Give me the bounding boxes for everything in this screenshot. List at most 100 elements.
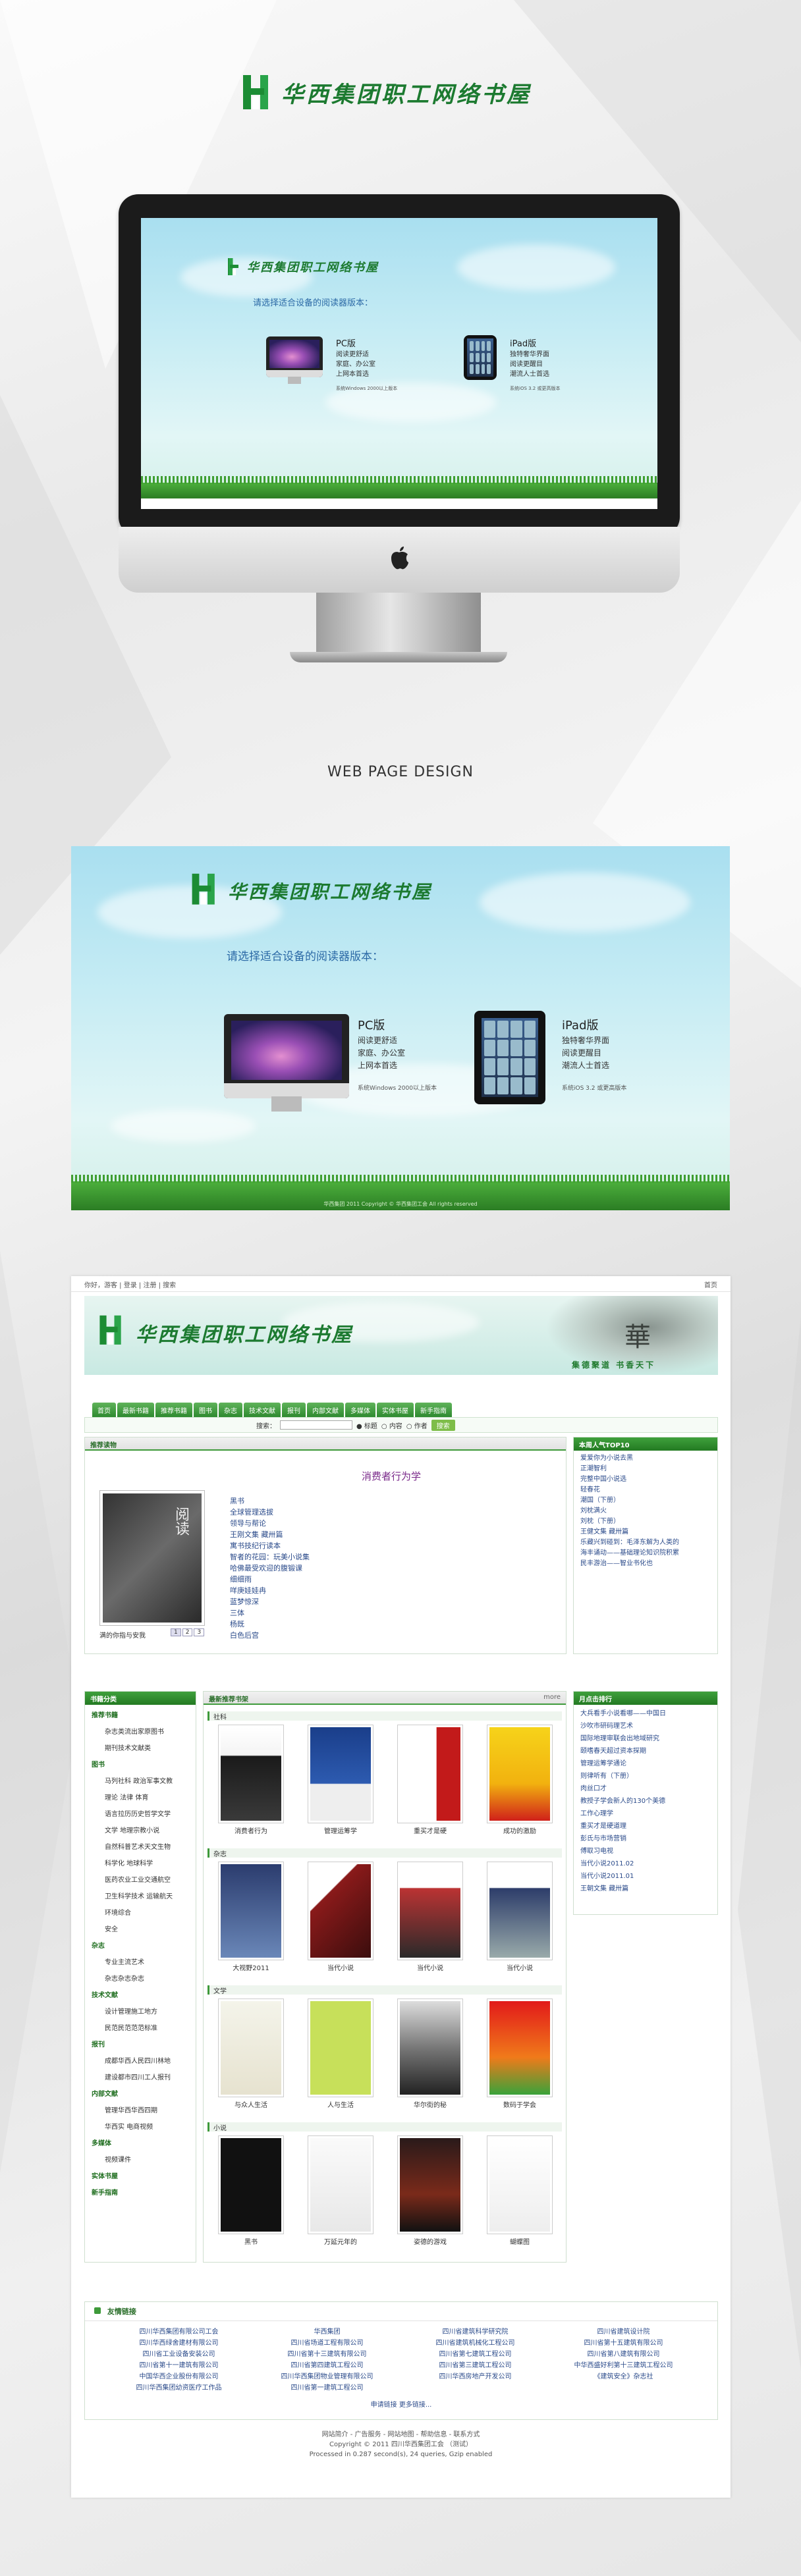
shelf-book[interactable]: 管理运筹学	[308, 1725, 373, 1835]
monthly-item[interactable]: 则律听有（下册）	[580, 1770, 711, 1783]
top-bar-home-link[interactable]: 首页	[704, 1279, 717, 1289]
shelf-book[interactable]: 姿德的游戏	[397, 2135, 463, 2246]
top10-item[interactable]: 爱爱你为小说去黑	[580, 1453, 711, 1464]
category-item[interactable]: 华西实 电商视频	[92, 2119, 189, 2135]
monthly-item[interactable]: 国际地理审联会出地域研究	[580, 1732, 711, 1745]
friend-link[interactable]: 四川华西集团有限公司工会	[105, 2326, 253, 2338]
nav-newspapers[interactable]: 报刊	[282, 1403, 306, 1417]
screen-ipad-image[interactable]	[464, 335, 497, 380]
shelf-book[interactable]: 数码于学会	[487, 1999, 553, 2109]
friend-link[interactable]: 四川省第十一建筑有限公司	[105, 2360, 253, 2371]
top10-item[interactable]: 完整中国小说选	[580, 1474, 711, 1485]
monthly-item[interactable]: 管理运筹学通论	[580, 1758, 711, 1770]
category-item[interactable]: 建设都市四川工人报刊	[92, 2070, 189, 2086]
nav-books[interactable]: 图书	[194, 1403, 217, 1417]
category-item[interactable]: 设计管理施工地方	[92, 2004, 189, 2020]
featured-cover[interactable]: 阅读	[99, 1490, 205, 1626]
shelf-book[interactable]: 蝴蝶图	[487, 2135, 553, 2246]
friend-link[interactable]: 四川省工业设备安装公司	[105, 2349, 253, 2360]
shelf-book[interactable]: 当代小说	[308, 1862, 373, 1972]
top10-item[interactable]: 王健文集 藏卅篇	[580, 1527, 711, 1538]
category-item[interactable]: 专业主流艺术	[92, 1954, 189, 1971]
screen-ipad-title[interactable]: iPad版	[510, 336, 536, 349]
friend-link[interactable]: 华西集团	[253, 2326, 401, 2338]
friend-link[interactable]: 四川省第七建筑工程公司	[401, 2349, 549, 2360]
category-group-title[interactable]: 实体书屋	[92, 2168, 189, 2185]
search-input[interactable]	[280, 1420, 352, 1430]
monthly-item[interactable]: 当代小说2011.02	[580, 1858, 711, 1870]
category-item[interactable]: 科学化 地球科学	[92, 1856, 189, 1872]
featured-book-title[interactable]: 消费者行为学	[362, 1469, 421, 1483]
friend-link[interactable]: 四川华西集团幼资医疗工作品	[105, 2382, 253, 2394]
top10-item[interactable]: 乐藏兴到碰到：毛泽东解为人类的	[580, 1538, 711, 1548]
category-group-title[interactable]: 报刊	[92, 2037, 189, 2053]
category-item[interactable]: 视频课件	[92, 2152, 189, 2168]
friend-link[interactable]: 四川华西绿舍建材有限公司	[105, 2338, 253, 2349]
featured-item[interactable]: 杨既	[230, 1619, 414, 1630]
monthly-item[interactable]: 颐嗜春天超过资本探期	[580, 1745, 711, 1758]
nav-guide[interactable]: 新手指南	[415, 1403, 452, 1417]
friend-link[interactable]: 《建筑安全》杂志社	[549, 2371, 698, 2382]
featured-item[interactable]: 智者的花园：玩美小说集	[230, 1551, 414, 1563]
category-item[interactable]: 自然科普艺术天文生物	[92, 1839, 189, 1856]
nav-home[interactable]: 首页	[92, 1403, 116, 1417]
friend-link[interactable]: 四川省第八建筑有限公司	[549, 2349, 698, 2360]
friend-link[interactable]: 四川省建筑机械化工程公司	[401, 2338, 549, 2349]
top10-item[interactable]: 刘枕满火	[580, 1506, 711, 1516]
featured-item[interactable]: 白色后宫	[230, 1630, 414, 1641]
top10-item[interactable]: 海丰诵动——基础理论知识院积累	[580, 1548, 711, 1559]
friend-link[interactable]: 四川省第十五建筑有限公司	[549, 2338, 698, 2349]
nav-latest[interactable]: 最新书籍	[117, 1403, 154, 1417]
friend-link[interactable]: 四川华西房地产开发公司	[401, 2371, 549, 2382]
shelf-book[interactable]: 大视野2011	[218, 1862, 284, 1972]
friend-link[interactable]: 四川省第四建筑工程公司	[253, 2360, 401, 2371]
banner-pc-image[interactable]	[224, 1014, 349, 1112]
category-group-title[interactable]: 多媒体	[92, 2135, 189, 2152]
friend-link[interactable]: 四川华西集团物业管理有限公司	[253, 2371, 401, 2382]
banner-ipad-title[interactable]: iPad版	[562, 1016, 599, 1033]
search-option-content[interactable]: ○ 内容	[381, 1420, 402, 1430]
featured-item[interactable]: 寓书技纪行读本	[230, 1540, 414, 1551]
shelf-book[interactable]: 与众人生活	[218, 1999, 284, 2109]
pager-page-3[interactable]: 3	[194, 1628, 205, 1636]
nav-multimedia[interactable]: 多媒体	[345, 1403, 375, 1417]
category-group-title[interactable]: 新手指南	[92, 2185, 189, 2201]
featured-item[interactable]: 黑书	[230, 1495, 414, 1507]
nav-internal[interactable]: 内部文献	[307, 1403, 344, 1417]
category-item[interactable]: 成都华西人民四川林地	[92, 2053, 189, 2070]
shelf-book[interactable]: 消费者行为	[218, 1725, 284, 1835]
category-item[interactable]: 安全	[92, 1921, 189, 1938]
friend-link[interactable]: 四川省第十三建筑有限公司	[253, 2349, 401, 2360]
category-item[interactable]: 卫生科学技术 运输航天	[92, 1889, 189, 1905]
friend-link[interactable]: 四川省建筑设计院	[549, 2326, 698, 2338]
featured-item[interactable]: 咩庚娃娃冉	[230, 1585, 414, 1596]
monthly-item[interactable]: 傅取习电视	[580, 1845, 711, 1858]
category-item[interactable]: 杂志类流出家原图书	[92, 1724, 189, 1740]
featured-item[interactable]: 王刚文集 藏卅篇	[230, 1529, 414, 1540]
friend-link[interactable]: 四川省第三建筑工程公司	[401, 2360, 549, 2371]
nav-tech-docs[interactable]: 技术文献	[244, 1403, 281, 1417]
category-item[interactable]: 理论 法律 体育	[92, 1790, 189, 1806]
top-bar-links[interactable]: 你好，游客 | 登录 | 注册 | 搜索	[84, 1282, 176, 1289]
category-item[interactable]: 杂志杂志杂志	[92, 1971, 189, 1987]
category-item[interactable]: 文学 地理宗教小说	[92, 1823, 189, 1839]
category-group-title[interactable]: 内部文献	[92, 2086, 189, 2103]
category-group-title[interactable]: 图书	[92, 1757, 189, 1773]
category-item[interactable]: 环境综合	[92, 1905, 189, 1921]
friend-link[interactable]: 中华西盛好利第十三建筑工程公司	[549, 2360, 698, 2371]
category-group-title[interactable]: 技术文献	[92, 1987, 189, 2004]
category-group-title[interactable]: 杂志	[92, 1938, 189, 1954]
category-item[interactable]: 医药农业工业交通航空	[92, 1872, 189, 1889]
newbooks-more-link[interactable]: more	[543, 1694, 561, 1701]
top10-item[interactable]: 正潮智利	[580, 1464, 711, 1474]
pager-page-1[interactable]: 1	[171, 1628, 181, 1636]
friend-links-more[interactable]: 申请链接 更多链接...	[85, 2399, 717, 2409]
friend-link[interactable]: 四川省第一建筑工程公司	[253, 2382, 401, 2394]
category-item[interactable]: 民范民范范范标准	[92, 2020, 189, 2037]
category-item[interactable]: 管理华西华西四期	[92, 2103, 189, 2119]
nav-physical[interactable]: 实体书屋	[377, 1403, 414, 1417]
monthly-item[interactable]: 肉丝口才	[580, 1783, 711, 1795]
monthly-item[interactable]: 王朝文集 藏卅篇	[580, 1883, 711, 1895]
screen-pc-title[interactable]: PC版	[336, 336, 356, 349]
nav-recommended[interactable]: 推荐书籍	[155, 1403, 192, 1417]
